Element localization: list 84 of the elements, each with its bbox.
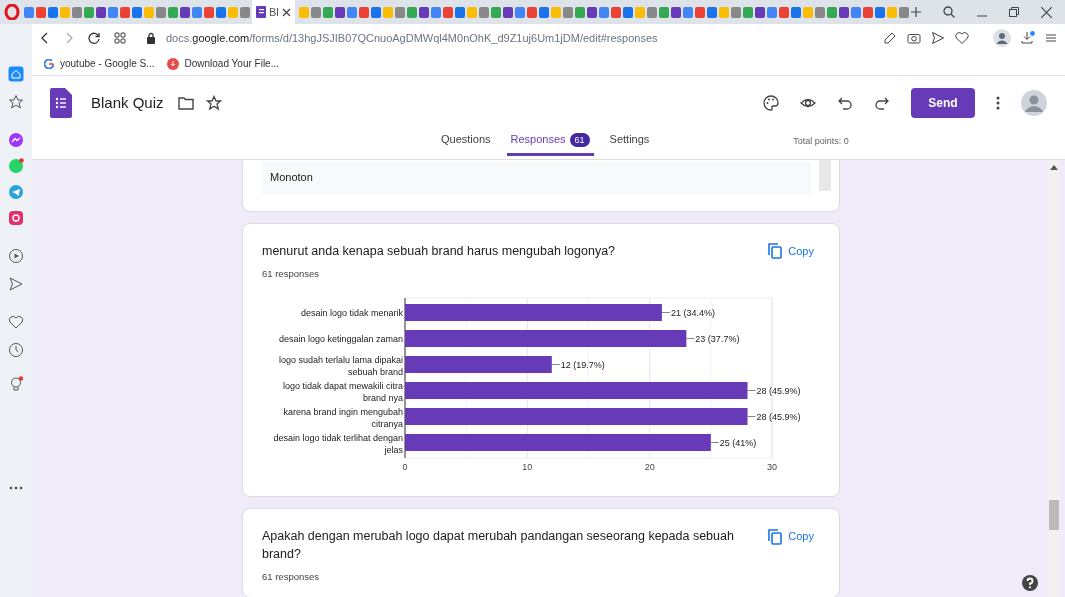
tab-favicons-drawing[interactable]: [298, 4, 911, 20]
lock-icon: [146, 32, 156, 44]
response-count: 61 responses: [262, 570, 321, 585]
back-icon[interactable]: [40, 32, 50, 44]
copy-icon: [768, 242, 783, 259]
forms-logo-icon: [50, 88, 72, 118]
forms-icon: [256, 6, 266, 18]
tab[interactable]: Settings: [605, 124, 654, 156]
clock-icon[interactable]: [8, 342, 24, 358]
value-label: 23 (37.7%): [695, 334, 740, 345]
help-icon[interactable]: [1022, 575, 1038, 591]
avatar-icon[interactable]: [1021, 90, 1047, 116]
value-label: 21 (34.4%): [670, 308, 715, 319]
scrollbar[interactable]: [1048, 160, 1060, 597]
whatsapp-icon[interactable]: [8, 158, 24, 174]
value-label: 28 (45.9%): [756, 386, 801, 397]
axis-tick-label: 10: [522, 462, 533, 473]
close-icon[interactable]: [281, 7, 291, 17]
undo-icon[interactable]: [837, 95, 853, 111]
response-count: 61 responses: [262, 267, 321, 281]
redo-icon[interactable]: [874, 95, 890, 111]
plus-icon[interactable]: [910, 7, 921, 17]
count-badge: 61: [569, 132, 590, 147]
tab-title[interactable]: Bl: [269, 3, 279, 21]
google-g-icon: [44, 58, 54, 69]
bookmark-link[interactable]: youtube - Google S...: [44, 56, 155, 71]
axis-tick-label: 30: [767, 462, 777, 473]
messenger-icon[interactable]: [8, 132, 24, 148]
home-icon[interactable]: [8, 66, 24, 82]
play-circle-icon[interactable]: [8, 248, 24, 264]
close-icon[interactable]: [1040, 6, 1052, 18]
copy-button[interactable]: Copy: [762, 527, 820, 546]
star-icon[interactable]: [8, 94, 24, 110]
folder-icon[interactable]: [177, 96, 194, 110]
cloud-download-icon: [166, 57, 179, 70]
lightbulb-icon[interactable]: [8, 376, 24, 392]
axis-tick-label: 0: [402, 462, 408, 473]
question-text: menurut anda kenapa sebuah brand harus mengubah logonya?: [262, 242, 616, 260]
value-label: 12 (19.7%): [560, 360, 605, 371]
leader-line: [710, 442, 720, 444]
heart-icon[interactable]: [8, 314, 24, 330]
up-arrow-icon[interactable]: [1050, 164, 1058, 170]
value-label: 28 (45.9%): [756, 412, 801, 423]
download-icon[interactable]: [1021, 31, 1035, 45]
tab[interactable]: Responses 61: [506, 124, 594, 156]
leader-line: [551, 364, 561, 366]
form-title[interactable]: Blank Quiz: [91, 91, 164, 115]
palette-icon[interactable]: [763, 95, 779, 111]
copy-button[interactable]: Copy: [762, 241, 820, 260]
answer-text: Monoton: [262, 161, 811, 194]
leader-line: [685, 338, 695, 340]
scrollbar-thumb[interactable]: [1049, 500, 1059, 530]
reload-icon[interactable]: [88, 32, 100, 44]
value-label: 25 (41%): [719, 438, 757, 449]
edit-icon[interactable]: [883, 31, 897, 45]
category-label: desain logo tidak menarik: [300, 308, 403, 319]
axis-tick-label: 20: [644, 462, 655, 473]
leader-line: [661, 312, 671, 314]
scrollbar[interactable]: [819, 160, 831, 191]
send-icon[interactable]: [931, 31, 945, 45]
menu-icon[interactable]: [1045, 32, 1057, 44]
category-label: desain logo ketinggalan zaman: [278, 334, 403, 345]
telegram-icon[interactable]: [8, 184, 24, 200]
tab-favicons-drawing[interactable]: [24, 4, 252, 20]
search-icon[interactable]: [942, 6, 955, 18]
profile-icon[interactable]: [993, 29, 1011, 47]
grid-icon[interactable]: [114, 32, 126, 44]
question-text: Apakah dengan merubah logo dapat merubah pandangan seseorang kepada sebuah brand?: [262, 528, 735, 564]
star-icon[interactable]: [205, 95, 222, 111]
send-button[interactable]: Send: [911, 88, 975, 118]
camera-icon[interactable]: [907, 31, 921, 45]
more-vert-icon[interactable]: [996, 96, 1000, 110]
bookmark-link[interactable]: Download Your File...: [166, 56, 280, 71]
total-points: Total points: 0: [793, 134, 849, 148]
url-text[interactable]: docs.google.com/forms/d/13hgJSJIB07QCnuoAgDMWql4M0nOhK_d9Z1uj6Um1jDM/edit#responses: [166, 29, 658, 47]
category-label: desain logo tidak terlihat dengan jelas: [273, 433, 403, 456]
send-icon[interactable]: [8, 276, 24, 292]
leader-line: [747, 390, 757, 392]
tab[interactable]: Questions: [437, 124, 495, 156]
restore-icon[interactable]: [1008, 7, 1019, 17]
leader-line: [747, 416, 757, 418]
instagram-icon[interactable]: [8, 210, 24, 226]
copy-icon: [768, 528, 783, 545]
heart-icon[interactable]: [955, 31, 969, 45]
